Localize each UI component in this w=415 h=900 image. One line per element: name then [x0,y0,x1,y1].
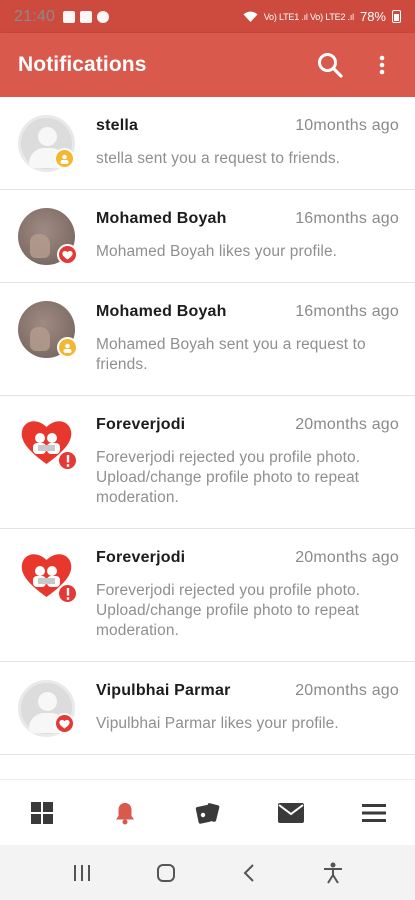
whatsapp-icon [97,10,110,23]
notification-content: Foreverjodi 20months ago Foreverjodi rejec… [96,547,399,661]
notification-time: 16months ago [295,303,399,320]
alert-icon [57,450,78,471]
notification-message: Mohamed Boyah likes your profile. [96,243,338,260]
recent-apps-icon [73,864,90,881]
battery-level: 78% [359,9,386,24]
notification-content: stella 10months ago stella sent you a requ… [96,115,399,189]
notification-content: Mohamed Boyah 16months ago Mohamed Boyah l… [96,208,399,282]
notification-item[interactable]: Foreverjodi 20months ago Foreverjodi rejec… [0,529,415,662]
app-bar: Notifications [0,33,415,97]
sender-name[interactable]: Foreverjodi [96,549,185,567]
more-vertical-icon [379,55,385,75]
more-options-button[interactable] [367,50,397,80]
mail-icon [277,802,304,823]
notification-header: Vipulbhai Parmar 20months ago [96,682,399,700]
avatar[interactable] [18,680,75,737]
notification-item[interactable]: Vipulbhai Parmar 20months ago Vipulbhai Pa… [0,662,415,755]
accessibility-icon [324,862,343,884]
sender-name[interactable]: Foreverjodi [96,416,185,434]
sender-name[interactable]: Vipulbhai Parmar [96,682,231,700]
notification-header: Mohamed Boyah 16months ago [96,303,399,321]
avatar-placeholder-head [38,692,57,711]
search-icon [318,53,343,78]
network-indicator: Vo) LTE1 .ıl Vo) LTE2 .ıl [263,11,354,22]
battery-icon [392,10,401,23]
notification-time: 10months ago [295,117,399,134]
bottom-navigation [0,779,415,845]
status-bar: 21:40 Vo) LTE1 .ıl Vo) LTE2 .ıl 78% [0,0,415,33]
back-button[interactable] [224,853,274,893]
avatar-photo-detail [30,327,50,351]
avatar[interactable] [18,547,78,604]
notification-time: 20months ago [295,416,399,433]
menu-icon [361,803,386,822]
friend-request-icon [54,148,75,169]
notification-item[interactable]: Mohamed Boyah 16months ago Mohamed Boyah l… [0,190,415,283]
notification-message: Mohamed Boyah sent you a request to frie… [96,336,366,373]
avatar-photo-detail [30,234,50,258]
notification-message: Foreverjodi rejected you profile photo. … [96,582,361,639]
recent-apps-button[interactable] [57,853,107,893]
notification-time: 20months ago [295,549,399,566]
notification-time: 16months ago [295,210,399,227]
sender-name[interactable]: Mohamed Boyah [96,210,227,228]
accessibility-button[interactable] [308,853,358,893]
media-icon [80,10,93,23]
nav-notifications[interactable] [95,788,155,838]
notification-content: Foreverjodi 20months ago Foreverjodi rejec… [96,414,399,528]
video-call-icon [63,10,76,23]
notification-header: stella 10months ago [96,117,399,135]
notification-message: Vipulbhai Parmar likes your profile. [96,715,339,732]
back-icon [243,863,255,882]
notification-header: Foreverjodi 20months ago [96,549,399,567]
nav-dashboard[interactable] [12,788,72,838]
notification-item[interactable]: stella 10months ago stella sent you a requ… [0,97,415,190]
cards-icon [195,802,219,824]
bell-icon [115,802,134,824]
avatar[interactable] [18,115,75,172]
status-right: Vo) LTE1 .ıl Vo) LTE2 .ıl 78% [243,9,401,24]
heart-icon [54,713,75,734]
search-button[interactable] [315,50,345,80]
notification-content: Vipulbhai Parmar 20months ago Vipulbhai Pa… [96,680,399,754]
notification-content: Mohamed Boyah 16months ago Mohamed Boyah s… [96,301,399,395]
system-navigation-bar [0,845,415,900]
notification-message: stella sent you a request to friends. [96,150,341,167]
home-icon [156,863,175,882]
nav-messages[interactable] [261,788,321,838]
notification-item[interactable]: Foreverjodi 20months ago Foreverjodi rejec… [0,396,415,529]
status-app-icons [63,10,110,23]
notification-header: Mohamed Boyah 16months ago [96,210,399,228]
avatar[interactable] [18,301,78,358]
nav-menu[interactable] [344,788,404,838]
avatar[interactable] [18,208,78,265]
home-button[interactable] [141,853,191,893]
notification-header: Foreverjodi 20months ago [96,416,399,434]
notification-list[interactable]: stella 10months ago stella sent you a requ… [0,97,415,779]
grid-icon [30,801,53,824]
wifi-icon [243,11,258,22]
notification-time: 20months ago [295,682,399,699]
status-time: 21:40 [14,7,56,25]
avatar[interactable] [18,414,78,471]
notification-message: Foreverjodi rejected you profile photo. … [96,449,361,506]
notification-item[interactable]: Mohamed Boyah 16months ago Mohamed Boyah s… [0,283,415,396]
heart-icon [57,244,78,265]
page-title: Notifications [18,53,147,76]
avatar-placeholder-head [38,127,57,146]
app-bar-actions [315,50,397,80]
sender-name[interactable]: Mohamed Boyah [96,303,227,321]
alert-icon [57,583,78,604]
sender-name[interactable]: stella [96,117,138,135]
friend-request-icon [57,337,78,358]
nav-matches[interactable] [178,788,238,838]
